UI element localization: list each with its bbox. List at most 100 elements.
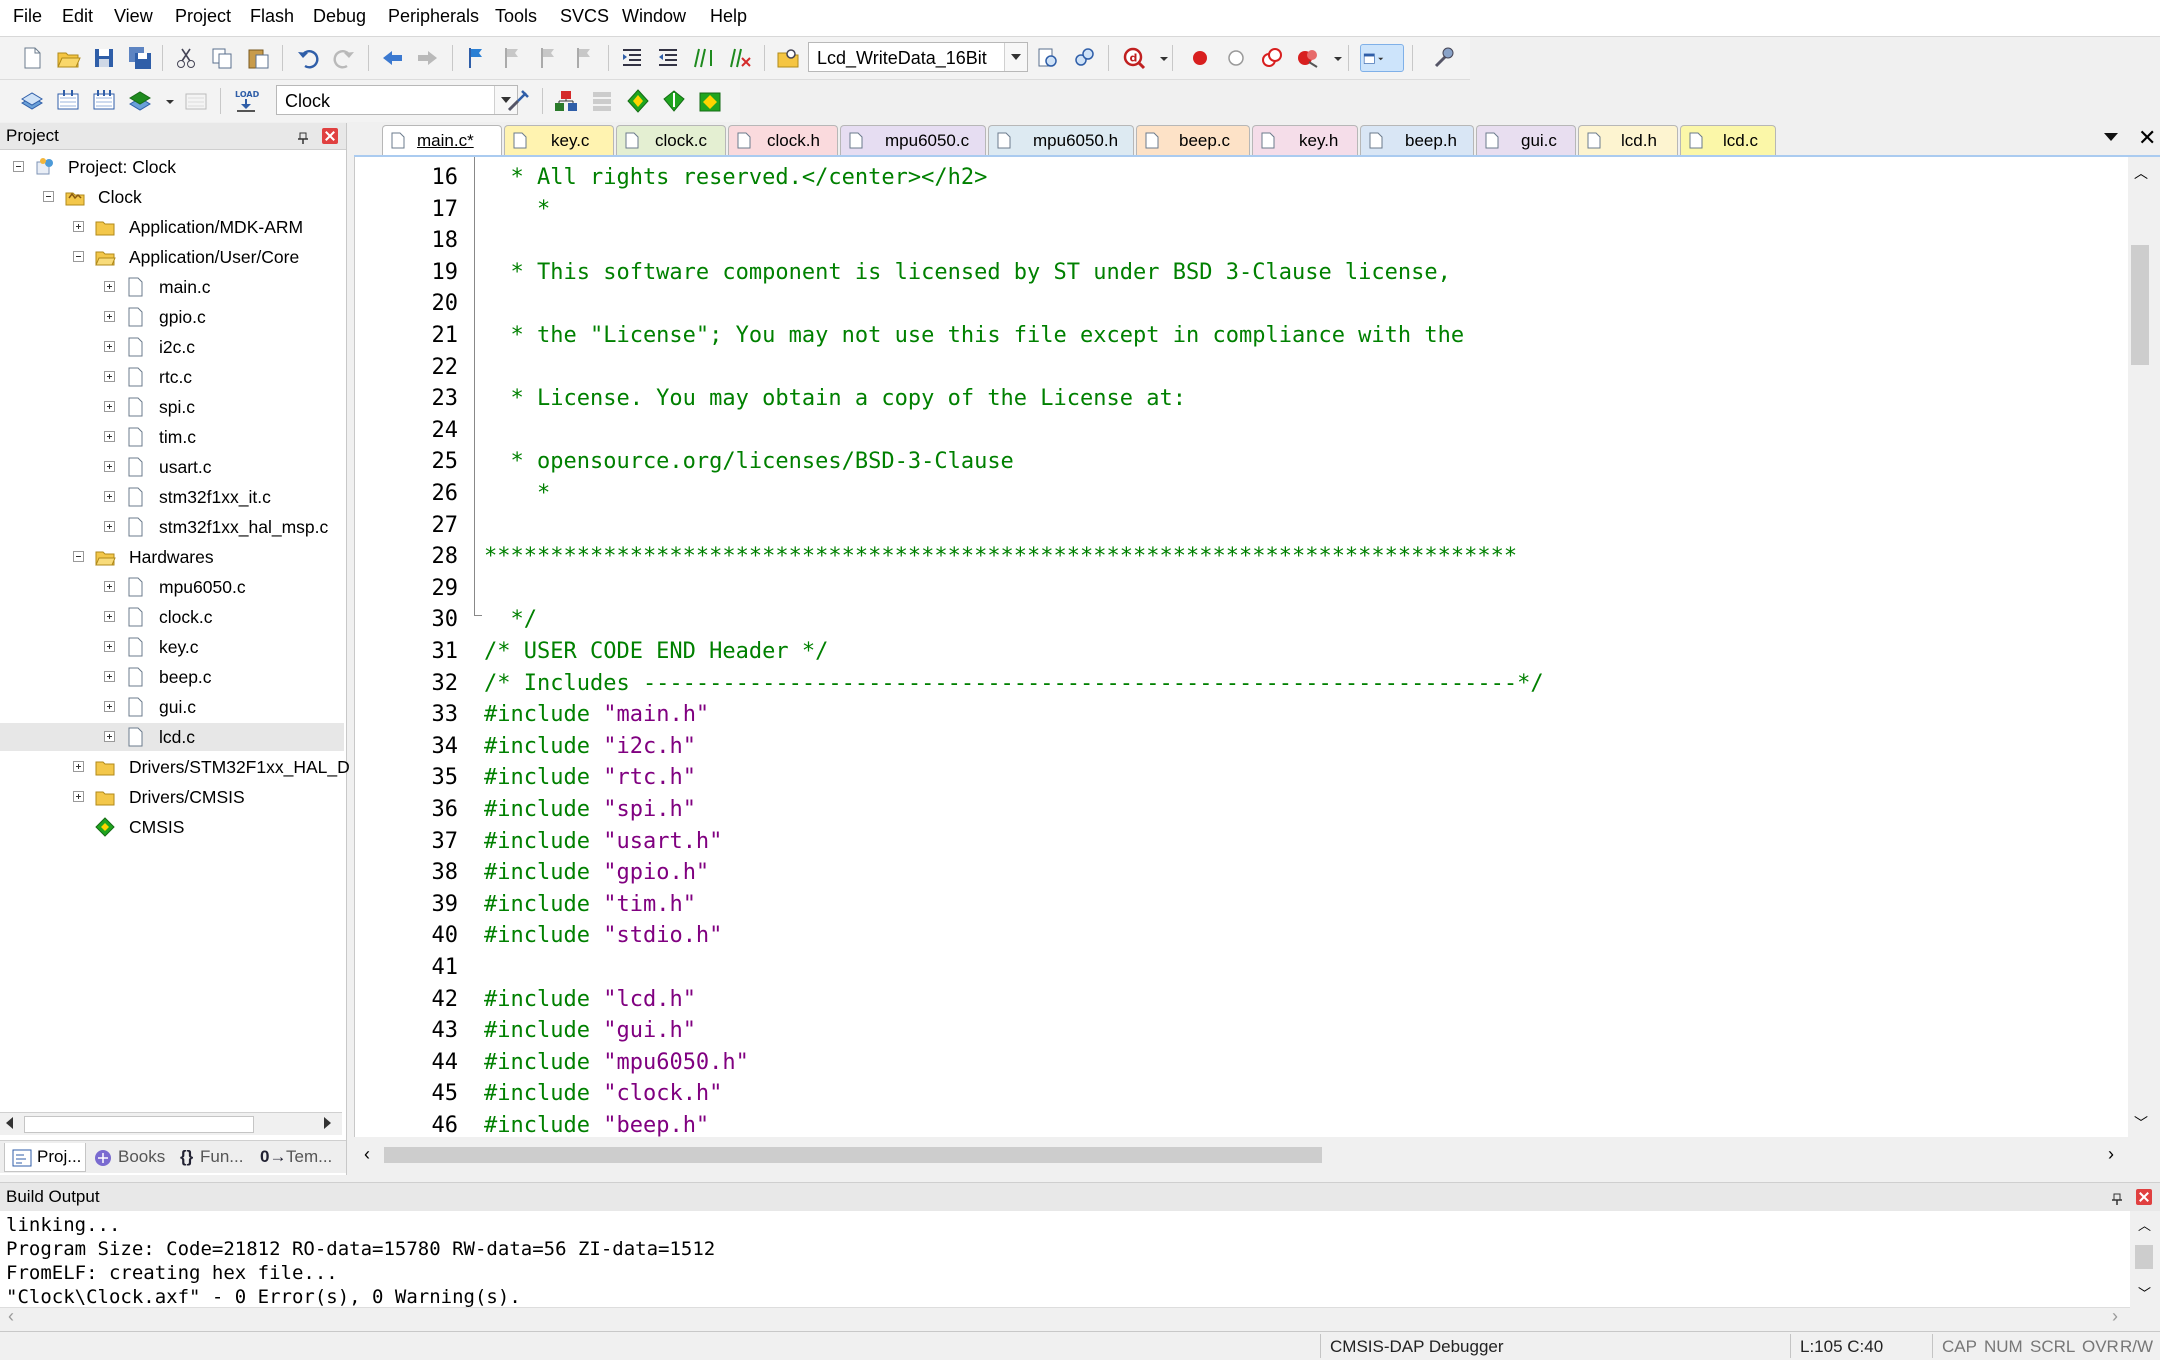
tab-functions[interactable]: {} Fun... — [176, 1143, 254, 1171]
manage-runtime-env-icon[interactable] — [624, 87, 652, 115]
window-layout-icon[interactable] — [1360, 44, 1404, 72]
uncomment-icon[interactable] — [726, 44, 754, 72]
chevron-down-icon[interactable] — [1004, 43, 1027, 71]
configure-icon[interactable] — [1430, 44, 1458, 72]
tree-item-file[interactable]: i2c.c — [0, 333, 344, 361]
editor-vertical-scrollbar[interactable]: ︿ ﹀ — [2128, 157, 2152, 1137]
navigate-back-icon[interactable] — [378, 44, 406, 72]
pack-installer-icon[interactable] — [660, 87, 688, 115]
tree-item-file[interactable]: tim.c — [0, 423, 344, 451]
cut-icon[interactable] — [172, 44, 200, 72]
chevron-up-icon[interactable]: ︿ — [2134, 163, 2148, 183]
incremental-find-icon[interactable] — [1070, 44, 1098, 72]
tab-file[interactable]: key.h — [1252, 125, 1358, 155]
chevron-right-icon[interactable]: › — [2112, 1306, 2118, 1327]
project-horizontal-scrollbar[interactable] — [0, 1112, 342, 1135]
arrow-right-icon[interactable] — [324, 1117, 331, 1129]
tree-item-file[interactable]: spi.c — [0, 393, 344, 421]
unindent-icon[interactable] — [654, 44, 682, 72]
save-all-icon[interactable] — [126, 44, 154, 72]
tree-item-file[interactable]: stm32f1xx_hal_msp.c — [0, 513, 344, 541]
tree-item-file[interactable]: clock.c — [0, 603, 344, 631]
copy-icon[interactable] — [208, 44, 236, 72]
scroll-thumb[interactable] — [2131, 245, 2149, 365]
tree-item-file[interactable]: usart.c — [0, 453, 344, 481]
tab-file[interactable]: main.c* — [382, 125, 502, 155]
tab-file[interactable]: clock.c — [616, 125, 726, 155]
chevron-left-icon[interactable]: ‹ — [364, 1144, 370, 1165]
arrow-left-icon[interactable] — [6, 1117, 13, 1129]
tab-file[interactable]: mpu6050.h — [988, 125, 1134, 155]
chevron-up-icon[interactable]: ︿ — [2138, 1215, 2151, 1234]
menu-debug[interactable]: Debug — [313, 6, 366, 27]
navigate-forward-icon[interactable] — [414, 44, 442, 72]
tree-item-file[interactable]: gpio.c — [0, 303, 344, 331]
debug-session-icon[interactable]: d — [1120, 44, 1148, 72]
breakpoint-icon[interactable] — [1186, 44, 1214, 72]
tree-item-file[interactable]: gui.c — [0, 693, 344, 721]
tab-file[interactable]: beep.c — [1136, 125, 1250, 155]
build-horizontal-scrollbar[interactable]: ‹ › — [0, 1306, 2130, 1328]
scroll-thumb[interactable] — [24, 1116, 254, 1133]
close-icon[interactable] — [322, 128, 338, 144]
tree-item-file[interactable]: stm32f1xx_it.c — [0, 483, 344, 511]
tab-templates[interactable]: 0→ Tem... — [256, 1143, 342, 1171]
new-file-icon[interactable] — [18, 44, 46, 72]
tree-item-group[interactable]: Drivers/STM32F1xx_HAL_D — [0, 753, 350, 781]
chevron-left-icon[interactable]: ‹ — [8, 1306, 14, 1327]
tab-project[interactable]: Proj... — [4, 1143, 86, 1172]
prev-bookmark-icon[interactable] — [498, 44, 526, 72]
menu-peripherals[interactable]: Peripherals — [388, 6, 479, 27]
tab-list-dropdown-icon[interactable] — [2104, 133, 2118, 141]
pack-update-icon[interactable] — [696, 87, 724, 115]
tree-item-file[interactable]: key.c — [0, 633, 344, 661]
scroll-thumb[interactable] — [384, 1147, 1322, 1163]
menu-tools[interactable]: Tools — [495, 6, 537, 27]
tree-item-file[interactable]: mpu6050.c — [0, 573, 344, 601]
chevron-down-icon[interactable]: ﹀ — [2138, 1283, 2151, 1302]
indent-icon[interactable] — [618, 44, 646, 72]
close-icon[interactable]: ✕ — [2138, 125, 2156, 151]
menu-flash[interactable]: Flash — [250, 6, 294, 27]
tree-item-file[interactable]: beep.c — [0, 663, 344, 691]
tab-file[interactable]: mpu6050.c — [840, 125, 986, 155]
menu-edit[interactable]: Edit — [62, 6, 93, 27]
tab-books[interactable]: Books — [88, 1143, 172, 1171]
next-bookmark-icon[interactable] — [534, 44, 562, 72]
select-packs-icon[interactable] — [588, 87, 616, 115]
chevron-down-icon[interactable] — [1150, 44, 1168, 72]
manage-project-items-icon[interactable] — [552, 87, 580, 115]
menu-file[interactable]: File — [13, 6, 42, 27]
tab-file[interactable]: key.c — [504, 125, 614, 155]
build-vertical-scrollbar[interactable]: ︿ ﹀ — [2130, 1211, 2160, 1307]
paste-icon[interactable] — [244, 44, 272, 72]
tab-file[interactable]: lcd.h — [1578, 125, 1678, 155]
tree-item-group[interactable]: Drivers/CMSIS — [0, 783, 344, 811]
build-output-text[interactable]: linking... Program Size: Code=21812 RO-d… — [0, 1211, 2130, 1307]
download-load-icon[interactable]: LOAD — [232, 87, 260, 115]
pin-icon[interactable] — [2110, 1190, 2124, 1205]
redo-icon[interactable] — [330, 44, 358, 72]
tree-item-target-clock[interactable]: Clock — [0, 183, 344, 211]
close-icon[interactable] — [2136, 1189, 2152, 1205]
tree-item-file[interactable]: main.c — [0, 273, 344, 301]
save-icon[interactable] — [90, 44, 118, 72]
stop-build-icon[interactable] — [182, 87, 210, 115]
find-combo[interactable]: Lcd_WriteData_16Bit — [808, 42, 1028, 72]
tab-file[interactable]: gui.c — [1476, 125, 1576, 155]
translate-icon[interactable] — [18, 87, 46, 115]
undo-icon[interactable] — [294, 44, 322, 72]
menu-svcs[interactable]: SVCS — [560, 6, 609, 27]
pin-icon[interactable] — [296, 129, 310, 144]
menu-project[interactable]: Project — [175, 6, 231, 27]
tree-item-group[interactable]: Application/User/Core — [0, 243, 344, 271]
tab-file[interactable]: clock.h — [728, 125, 838, 155]
kill-all-breakpoints-icon[interactable] — [1294, 44, 1322, 72]
chevron-down-icon[interactable] — [156, 87, 174, 115]
disable-breakpoint-icon[interactable] — [1222, 44, 1250, 72]
target-combo[interactable]: Clock — [276, 85, 518, 115]
build-icon[interactable] — [54, 87, 82, 115]
batch-build-icon[interactable] — [126, 87, 154, 115]
tree-item-cmsis[interactable]: CMSIS — [0, 813, 344, 841]
tree-item-file-selected[interactable]: lcd.c — [0, 723, 344, 751]
